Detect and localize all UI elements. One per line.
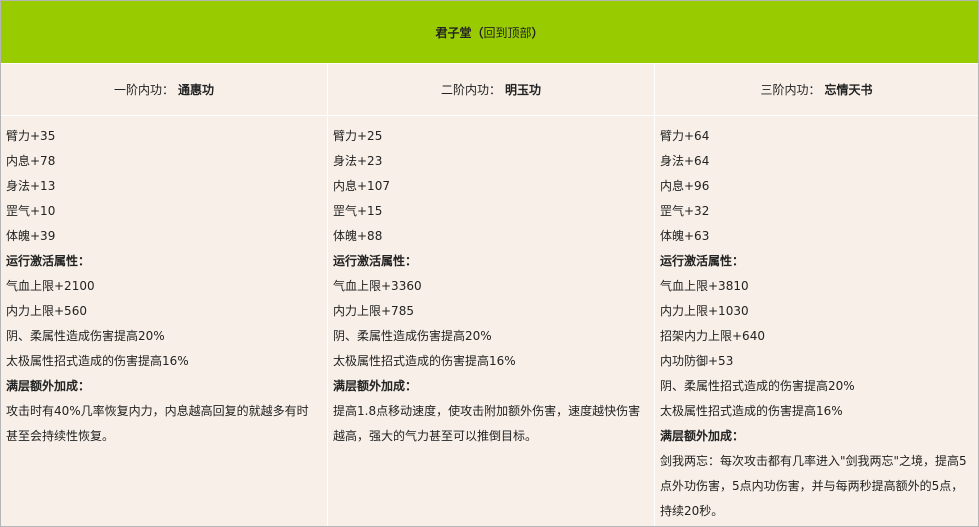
- skill-name: 通惠功: [178, 83, 215, 97]
- stat-line: 身法+23: [333, 154, 383, 168]
- run-attr-line: 气血上限+3360: [333, 279, 422, 293]
- run-attrs-title: 运行激活属性：: [660, 254, 745, 268]
- run-attr-line: 阴、柔属性招式造成的伤害提高20%: [660, 379, 855, 393]
- tier-label: 三阶内功：: [760, 83, 821, 97]
- run-attrs-title: 运行激活属性：: [6, 254, 91, 268]
- header-title: 君子堂: [435, 25, 472, 40]
- skill-name: 明玉功: [505, 83, 542, 97]
- run-attr-line: 内力上限+560: [6, 304, 87, 318]
- column-header: 三阶内功： 忘情天书: [655, 64, 978, 116]
- header-link-open: （: [471, 25, 484, 40]
- stat-line: 内息+96: [660, 179, 710, 193]
- stat-line: 臂力+64: [660, 129, 710, 143]
- bonus-title: 满层额外加成：: [333, 379, 418, 393]
- table-header: 君子堂 （ 回到顶部 ）: [1, 1, 978, 64]
- column-header: 一阶内功： 通惠功: [1, 64, 327, 116]
- bonus-title: 满层额外加成：: [6, 379, 91, 393]
- column-body: 臂力+25 身法+23 内息+107 罡气+15 体魄+88 运行激活属性： 气…: [328, 116, 654, 449]
- stat-line: 臂力+25: [333, 129, 383, 143]
- bonus-text: 剑我两忘：每次攻击都有几率进入"剑我两忘"之境，提高5点外功伤害，5点内功伤害，…: [660, 454, 967, 518]
- stat-line: 臂力+35: [6, 129, 56, 143]
- run-attr-line: 气血上限+3810: [660, 279, 749, 293]
- stat-line: 身法+64: [660, 154, 710, 168]
- stat-line: 体魄+63: [660, 229, 710, 243]
- bonus-text: 提高1.8点移动速度，使攻击附加额外伤害，速度越快伤害越高，强大的气力甚至可以推…: [333, 404, 641, 443]
- back-to-top-link[interactable]: 回到顶部: [484, 24, 532, 41]
- column-tier-3: 三阶内功： 忘情天书 臂力+64 身法+64 内息+96 罡气+32 体魄+63…: [655, 64, 978, 526]
- stat-line: 罡气+10: [6, 204, 56, 218]
- skill-table: 君子堂 （ 回到顶部 ） 一阶内功： 通惠功 臂力+35 内息+78 身法+13…: [0, 0, 979, 527]
- run-attr-line: 气血上限+2100: [6, 279, 95, 293]
- stat-line: 体魄+39: [6, 229, 56, 243]
- skill-name: 忘情天书: [824, 83, 873, 97]
- run-attr-line: 太极属性招式造成的伤害提高16%: [333, 354, 516, 368]
- run-attrs-title: 运行激活属性：: [333, 254, 418, 268]
- run-attr-line: 阴、柔属性造成伤害提高20%: [6, 329, 165, 343]
- column-tier-1: 一阶内功： 通惠功 臂力+35 内息+78 身法+13 罡气+10 体魄+39 …: [1, 64, 328, 526]
- run-attr-line: 太极属性招式造成的伤害提高16%: [6, 354, 189, 368]
- stat-line: 内息+107: [333, 179, 390, 193]
- column-body: 臂力+64 身法+64 内息+96 罡气+32 体魄+63 运行激活属性： 气血…: [655, 116, 978, 524]
- header-link-close: ）: [531, 25, 544, 40]
- bonus-title: 满层额外加成：: [660, 429, 745, 443]
- column-tier-2: 二阶内功： 明玉功 臂力+25 身法+23 内息+107 罡气+15 体魄+88…: [328, 64, 655, 526]
- run-attr-line: 内力上限+785: [333, 304, 414, 318]
- run-attr-line: 内力上限+1030: [660, 304, 749, 318]
- tier-label: 二阶内功：: [440, 83, 501, 97]
- stat-line: 罡气+15: [333, 204, 383, 218]
- run-attr-line: 内功防御+53: [660, 354, 734, 368]
- run-attr-line: 招架内力上限+640: [660, 329, 765, 343]
- run-attr-line: 阴、柔属性造成伤害提高20%: [333, 329, 492, 343]
- stat-line: 体魄+88: [333, 229, 383, 243]
- stat-line: 内息+78: [6, 154, 56, 168]
- tier-label: 一阶内功：: [113, 83, 174, 97]
- column-body: 臂力+35 内息+78 身法+13 罡气+10 体魄+39 运行激活属性： 气血…: [1, 116, 327, 449]
- run-attr-line: 太极属性招式造成的伤害提高16%: [660, 404, 843, 418]
- stat-line: 身法+13: [6, 179, 56, 193]
- bonus-text: 攻击时有40%几率恢复内力，内息越高回复的就越多有时甚至会持续性恢复。: [6, 404, 309, 443]
- stat-line: 罡气+32: [660, 204, 710, 218]
- column-header: 二阶内功： 明玉功: [328, 64, 654, 116]
